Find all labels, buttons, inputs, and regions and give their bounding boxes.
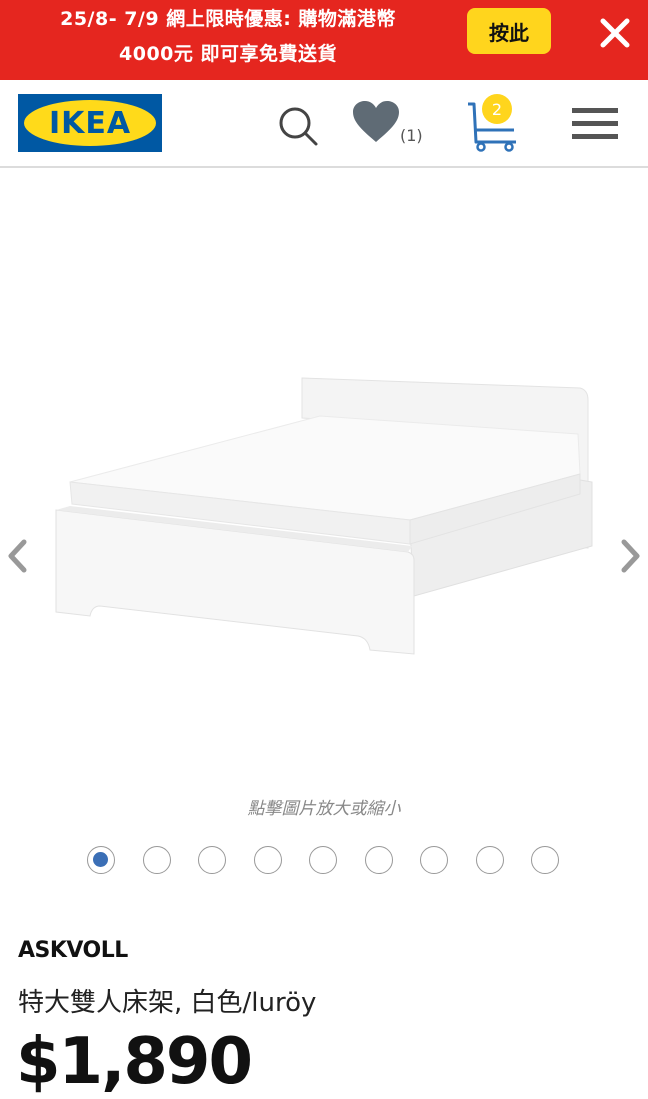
search-icon[interactable] bbox=[276, 104, 320, 148]
wishlist-count: (1) bbox=[400, 126, 423, 145]
product-description: 特大雙人床架, 白色/luröy bbox=[18, 988, 317, 1018]
product-price: $1,890 bbox=[16, 1025, 253, 1099]
product-name: ASKVOLL bbox=[18, 938, 128, 963]
zoom-hint-text: 點擊圖片放大或縮小 bbox=[247, 799, 401, 819]
promo-banner: 25/8- 7/9 網上限時優惠: 購物滿港幣 4000元 即可享免費送貨 按此 bbox=[0, 0, 648, 80]
gallery-dot-7[interactable] bbox=[420, 846, 448, 874]
heart-icon bbox=[353, 101, 399, 142]
svg-text:IKEA: IKEA bbox=[49, 106, 131, 141]
bed-product-image[interactable] bbox=[40, 370, 610, 670]
hamburger-menu-icon[interactable] bbox=[570, 106, 620, 142]
gallery-dot-2[interactable] bbox=[143, 846, 171, 874]
wishlist-button[interactable]: (1) bbox=[352, 100, 430, 150]
gallery-dot-1[interactable] bbox=[87, 846, 115, 874]
cart-button[interactable]: 2 bbox=[462, 94, 522, 154]
cart-count-badge: 2 bbox=[482, 94, 512, 124]
site-header: IKEA bbox=[0, 80, 648, 168]
chevron-left-icon[interactable] bbox=[4, 536, 30, 576]
gallery-dot-9[interactable] bbox=[531, 846, 559, 874]
gallery-dot-4[interactable] bbox=[254, 846, 282, 874]
promo-text-line2: 4000元 即可享免費送貨 bbox=[119, 43, 337, 65]
gallery-dot-6[interactable] bbox=[365, 846, 393, 874]
close-icon[interactable] bbox=[596, 14, 634, 52]
chevron-right-icon[interactable] bbox=[618, 536, 644, 576]
gallery-dot-8[interactable] bbox=[476, 846, 504, 874]
ikea-logo[interactable]: IKEA bbox=[18, 94, 162, 152]
promo-click-here-button[interactable]: 按此 bbox=[467, 8, 551, 54]
gallery-dot-3[interactable] bbox=[198, 846, 226, 874]
promo-text-line1: 25/8- 7/9 網上限時優惠: 購物滿港幣 bbox=[60, 8, 396, 30]
gallery-dot-5[interactable] bbox=[309, 846, 337, 874]
